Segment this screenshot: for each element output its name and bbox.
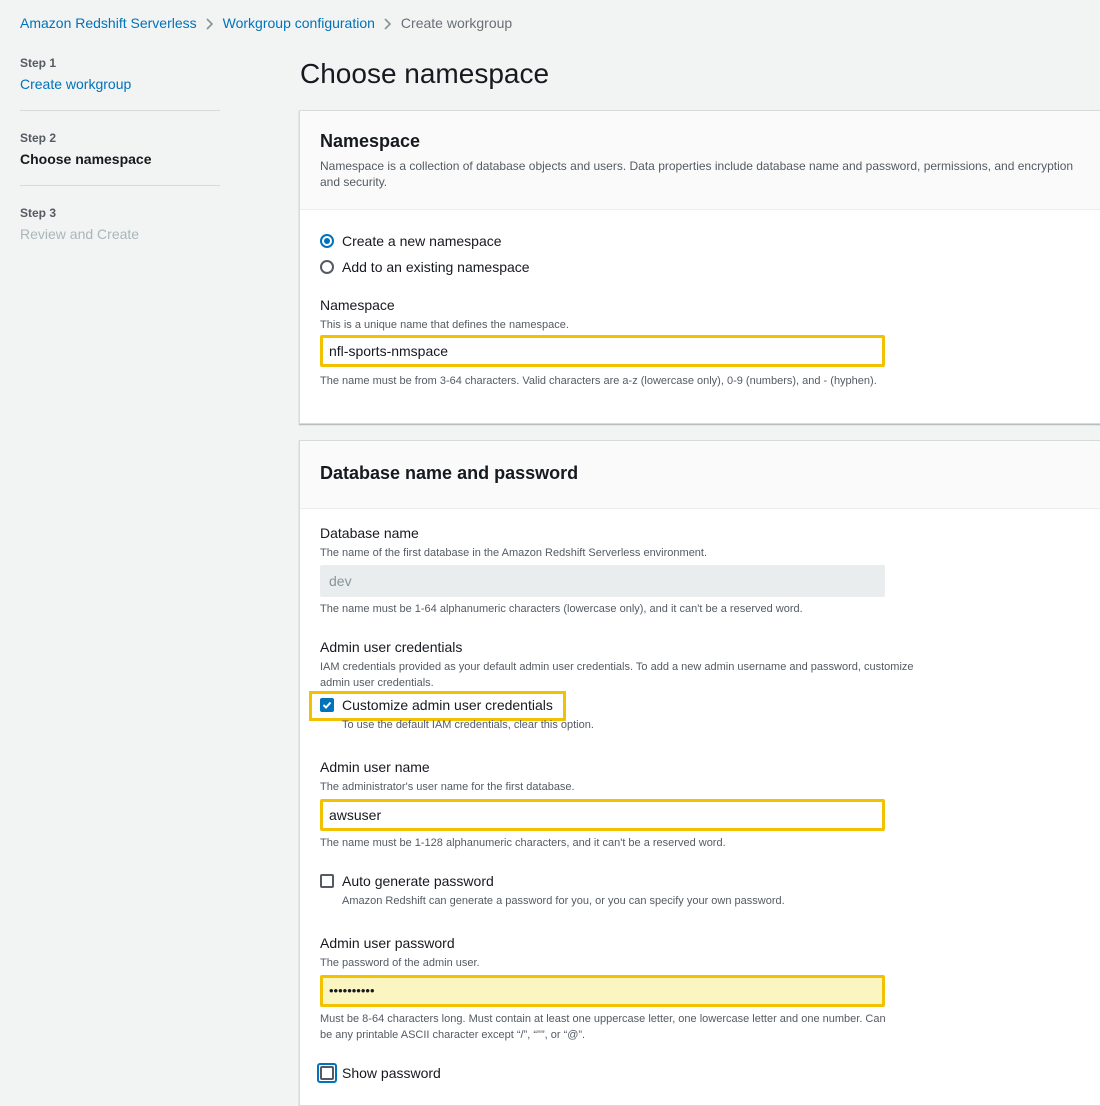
radio-label: Create a new namespace: [342, 233, 502, 249]
step-current-choose-namespace: Choose namespace: [20, 151, 152, 167]
radio-unselected-icon[interactable]: [320, 260, 334, 274]
admin-password-hint: Must be 8-64 characters long. Must conta…: [320, 1013, 886, 1041]
show-password-checkbox[interactable]: Show password: [320, 1065, 441, 1081]
step-number: Step 3: [20, 206, 57, 220]
step-3: Step 3 Review and Create: [20, 206, 220, 260]
database-name-hint: The name must be 1-64 alphanumeric chara…: [320, 603, 803, 615]
database-name-label: Database name: [320, 525, 419, 541]
chevron-right-icon: [375, 15, 401, 32]
admin-user-name-input[interactable]: awsuser: [320, 799, 885, 831]
step-link-create-workgroup[interactable]: Create workgroup: [20, 76, 220, 94]
radio-add-existing-namespace[interactable]: Add to an existing namespace: [320, 259, 530, 275]
auto-generate-password-hint: Amazon Redshift can generate a password …: [342, 895, 785, 907]
database-name-input: dev: [320, 565, 885, 597]
database-panel: Database name and password Database name…: [299, 440, 1100, 1106]
database-name-description: The name of the first database in the Am…: [320, 547, 708, 559]
breadcrumb: Amazon Redshift Serverless Workgroup con…: [20, 14, 512, 32]
step-number: Step 2: [20, 131, 57, 145]
radio-selected-icon[interactable]: [320, 234, 334, 248]
admin-password-label: Admin user password: [320, 935, 455, 951]
step-number: Step 1: [20, 56, 57, 70]
step-1: Step 1 Create workgroup: [20, 56, 220, 111]
namespace-field-label: Namespace: [320, 297, 395, 313]
namespace-panel: Namespace Namespace is a collection of d…: [299, 110, 1100, 424]
radio-create-new-namespace[interactable]: Create a new namespace: [320, 233, 502, 249]
admin-user-name-hint: The name must be 1-128 alphanumeric char…: [320, 837, 726, 849]
namespace-field-hint: The name must be from 3-64 characters. V…: [320, 375, 877, 387]
radio-label: Add to an existing namespace: [342, 259, 530, 275]
breadcrumb-current: Create workgroup: [400, 15, 513, 31]
admin-credentials-description: IAM credentials provided as your default…: [320, 661, 914, 689]
database-panel-title: Database name and password: [320, 463, 579, 483]
admin-user-name-label: Admin user name: [320, 759, 430, 775]
checkbox-label: Customize admin user credentials: [342, 697, 553, 713]
customize-credentials-checkbox[interactable]: Customize admin user credentials: [320, 697, 553, 713]
auto-generate-password-checkbox[interactable]: Auto generate password: [320, 873, 494, 889]
database-panel-header: Database name and password: [300, 441, 1100, 509]
namespace-panel-title: Namespace: [320, 131, 421, 151]
admin-password-input[interactable]: ••••••••••: [320, 975, 885, 1007]
wizard-steps: Step 1 Create workgroup Step 2 Choose na…: [20, 56, 220, 280]
namespace-field-description: This is a unique name that defines the n…: [320, 319, 569, 331]
step-2: Step 2 Choose namespace: [20, 131, 220, 186]
admin-password-description: The password of the admin user.: [320, 957, 480, 969]
customize-credentials-hint: To use the default IAM credentials, clea…: [342, 719, 594, 731]
checkbox-label: Auto generate password: [342, 873, 494, 889]
namespace-panel-description: Namespace is a collection of database ob…: [320, 159, 1074, 189]
breadcrumb-redshift-serverless[interactable]: Amazon Redshift Serverless: [20, 15, 197, 31]
checkbox-unchecked-icon[interactable]: [320, 1066, 334, 1080]
admin-user-name-description: The administrator's user name for the fi…: [320, 781, 575, 793]
namespace-input[interactable]: nfl-sports-nmspace: [320, 335, 885, 367]
admin-credentials-label: Admin user credentials: [320, 639, 463, 655]
checkbox-label: Show password: [342, 1065, 441, 1081]
namespace-panel-header: Namespace Namespace is a collection of d…: [300, 111, 1100, 210]
checkbox-unchecked-icon[interactable]: [320, 874, 334, 888]
step-review-and-create: Review and Create: [20, 226, 140, 242]
breadcrumb-workgroup-configuration[interactable]: Workgroup configuration: [223, 15, 375, 31]
chevron-right-icon: [197, 15, 223, 32]
checkbox-checked-icon[interactable]: [320, 698, 334, 712]
page-title: Choose namespace: [300, 58, 550, 89]
